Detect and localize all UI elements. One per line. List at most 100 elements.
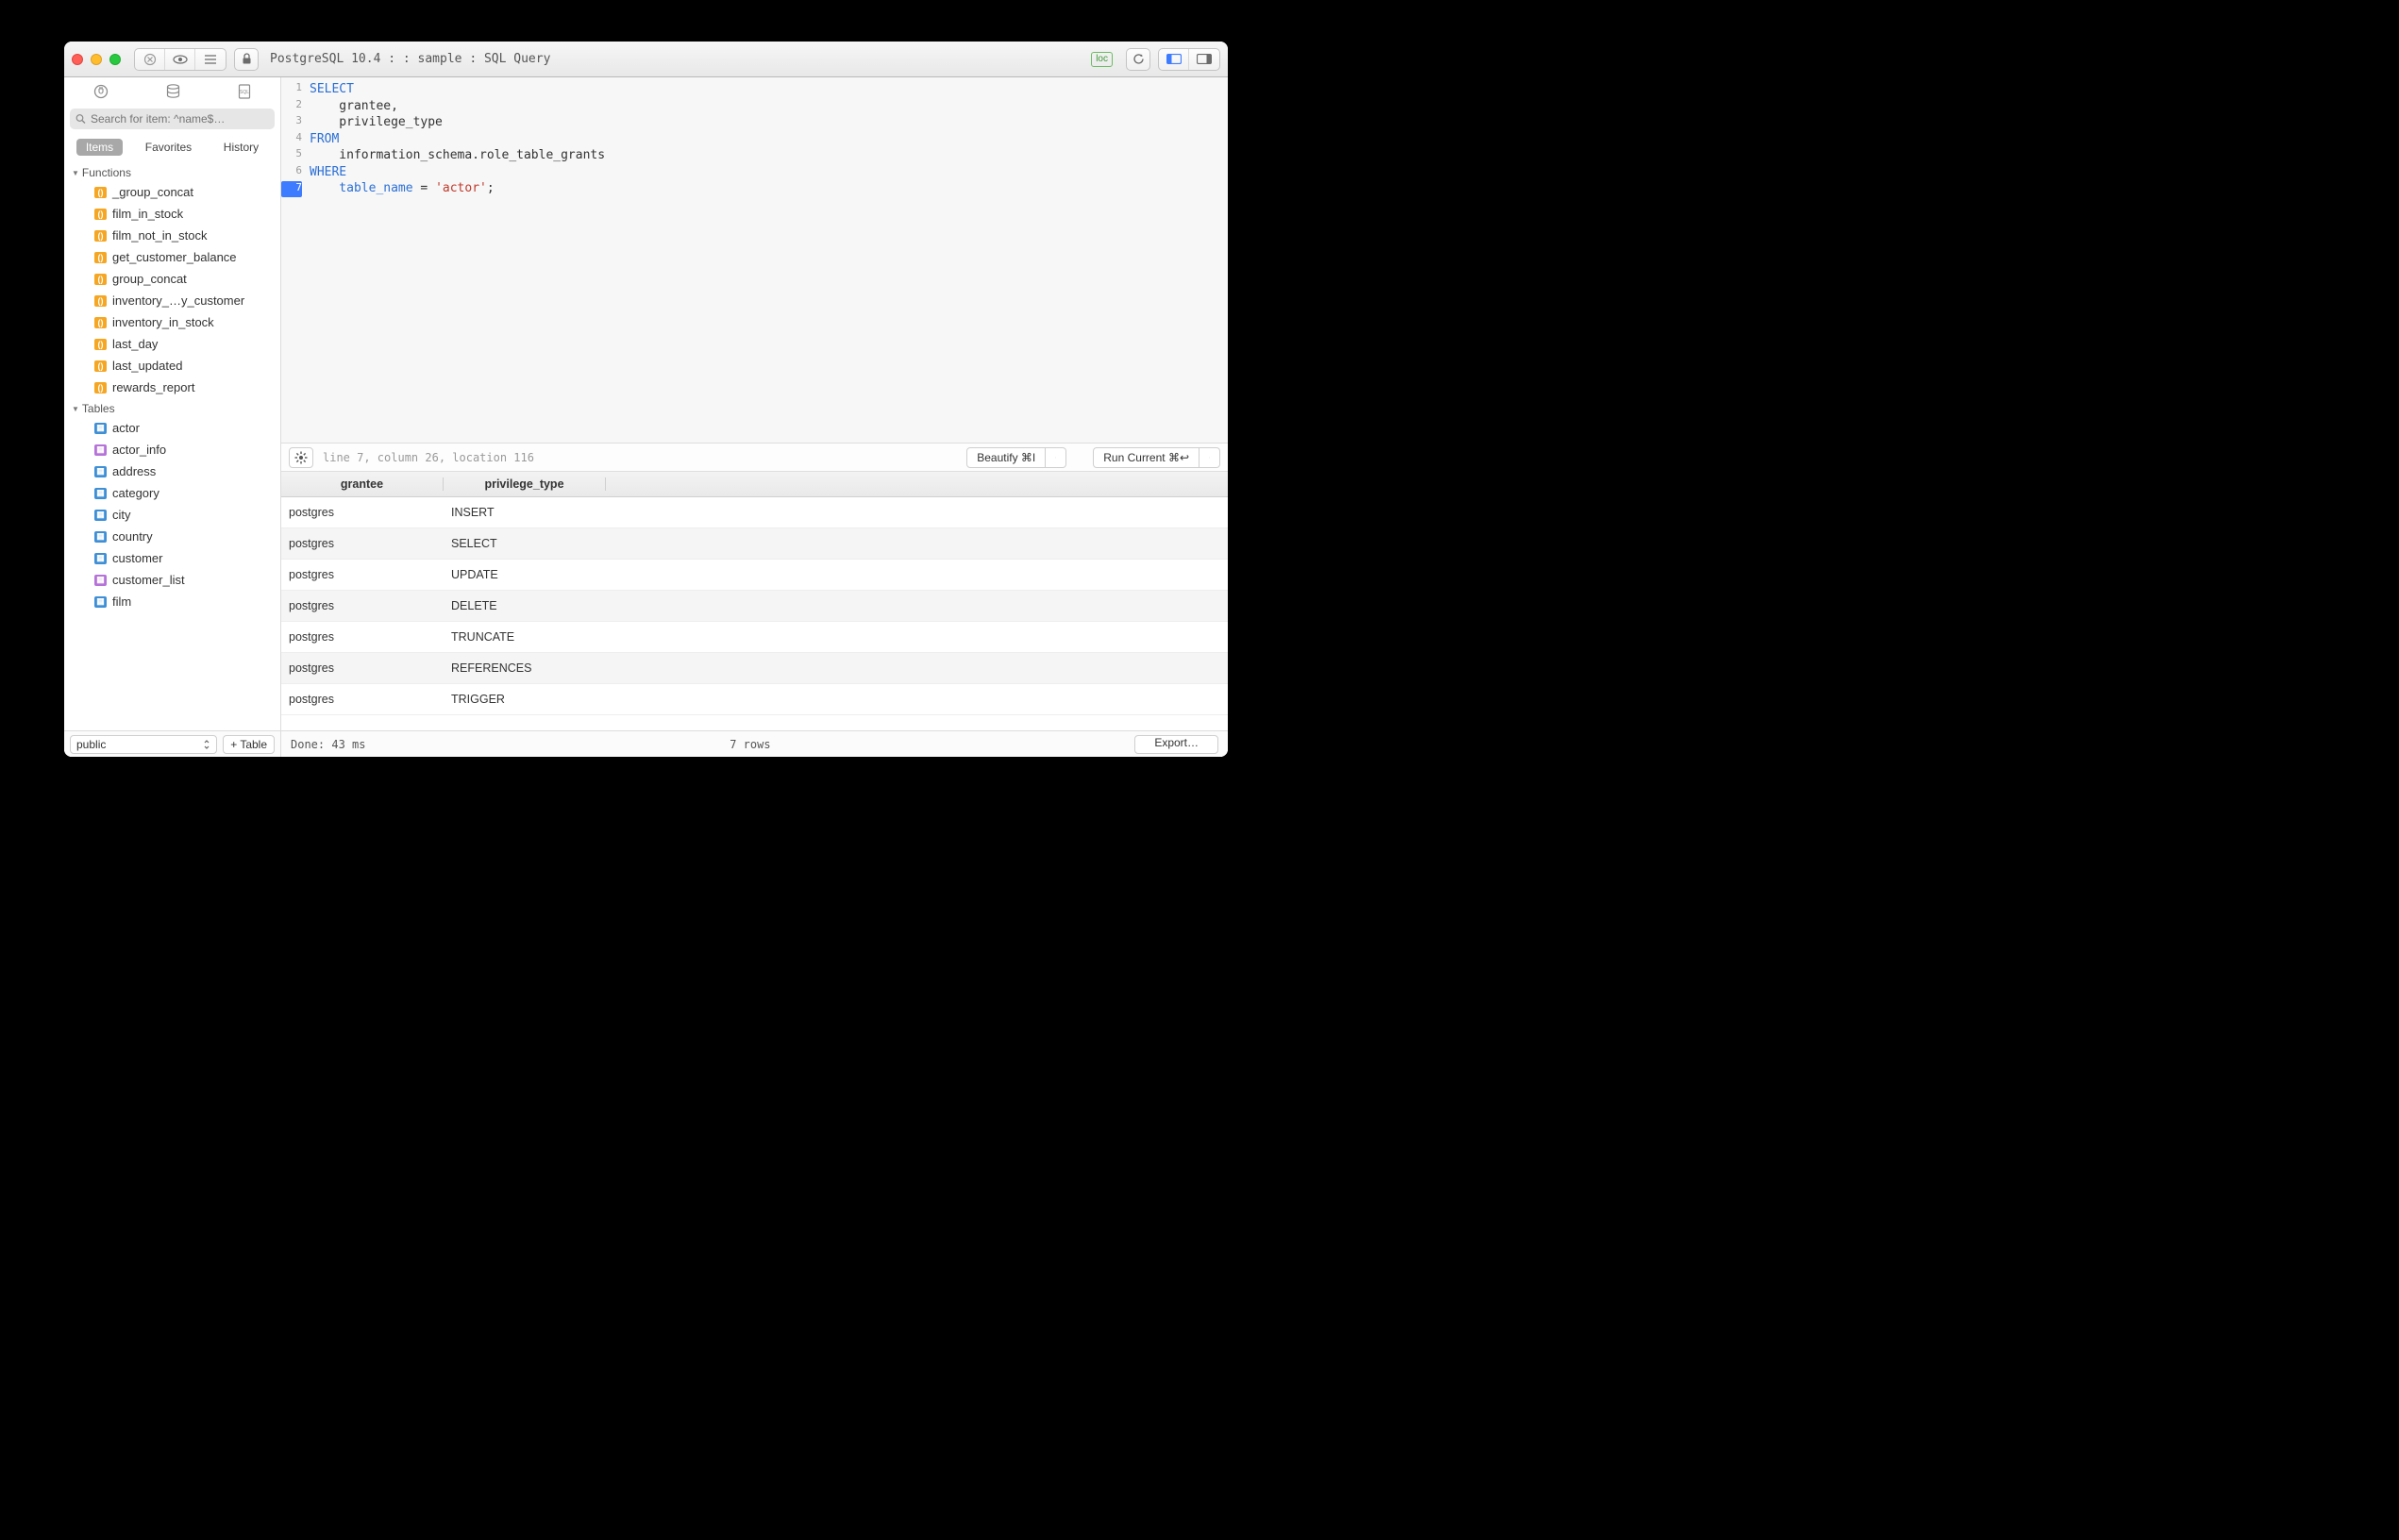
cursor-status: line 7, column 26, location 116 xyxy=(323,451,534,464)
tab-favorites[interactable]: Favorites xyxy=(136,139,201,156)
table-row[interactable]: postgresTRUNCATE xyxy=(281,622,1228,653)
sidebar-item-table[interactable]: ▦city xyxy=(64,504,280,526)
add-table-button[interactable]: + Table xyxy=(223,735,275,754)
function-icon: () xyxy=(94,360,107,372)
sidebar-item-function[interactable]: ()last_updated xyxy=(64,355,280,377)
sidebar-tabs: Items Favorites History xyxy=(70,136,275,159)
sidebar-item-function[interactable]: ()film_not_in_stock xyxy=(64,225,280,246)
status-done: Done: 43 ms xyxy=(291,738,365,751)
refresh-icon[interactable] xyxy=(1126,48,1150,71)
function-icon: () xyxy=(94,252,107,263)
view-icon: ▦ xyxy=(94,444,107,456)
sidebar-item-table[interactable]: ▦country xyxy=(64,526,280,547)
table-row[interactable]: postgresTRIGGER xyxy=(281,684,1228,715)
table-row[interactable]: postgresREFERENCES xyxy=(281,653,1228,684)
close-button[interactable] xyxy=(72,54,83,65)
sidebar-item-function[interactable]: ()inventory_in_stock xyxy=(64,311,280,333)
database-icon[interactable] xyxy=(166,84,180,99)
cell-grantee: postgres xyxy=(281,693,444,706)
gear-icon[interactable] xyxy=(289,447,313,468)
sidebar-item-label: film_in_stock xyxy=(112,207,183,221)
lock-icon[interactable] xyxy=(234,48,259,71)
cell-privilege: TRIGGER xyxy=(444,693,606,706)
sidebar-item-function[interactable]: () last_day xyxy=(64,333,280,355)
run-group: Run Current ⌘↩ xyxy=(1093,447,1220,468)
sidebar-item-label: customer_list xyxy=(112,573,185,587)
table-row[interactable]: postgresSELECT xyxy=(281,528,1228,560)
plus-icon: + xyxy=(230,738,237,751)
col-privilege-type[interactable]: privilege_type xyxy=(444,477,606,491)
toggle-left-panel-icon[interactable] xyxy=(1159,49,1189,70)
sql-editor[interactable]: 1234567 SELECT grantee, privilege_typeFR… xyxy=(281,77,1228,444)
export-button[interactable]: Export… xyxy=(1134,735,1218,754)
svg-text:SQL: SQL xyxy=(240,90,249,95)
editor-toolbar: line 7, column 26, location 116 Beautify… xyxy=(281,444,1228,472)
sidebar-item-table[interactable]: ▦actor xyxy=(64,417,280,439)
run-button[interactable]: Run Current ⌘↩ xyxy=(1093,447,1200,468)
cell-privilege: SELECT xyxy=(444,537,606,550)
sidebar-item-table[interactable]: ▦category xyxy=(64,482,280,504)
cell-privilege: UPDATE xyxy=(444,568,606,581)
sidebar-item-table[interactable]: ▦ customer_list xyxy=(64,569,280,591)
cancel-icon[interactable] xyxy=(135,49,165,70)
group-tables[interactable]: Tables xyxy=(64,398,280,417)
col-grantee[interactable]: grantee xyxy=(281,477,444,491)
zoom-button[interactable] xyxy=(109,54,121,65)
structure-icon[interactable] xyxy=(195,49,226,70)
sidebar-tree[interactable]: Functions ()_group_concat()film_in_stock… xyxy=(64,162,280,730)
sidebar-item-label: actor xyxy=(112,421,140,435)
editor-code[interactable]: SELECT grantee, privilege_typeFROM infor… xyxy=(306,77,611,443)
table-row[interactable]: postgresUPDATE xyxy=(281,560,1228,591)
window-title: PostgreSQL 10.4 : : sample : SQL Query xyxy=(266,52,1083,66)
plug-icon[interactable] xyxy=(93,84,109,99)
table-row[interactable]: postgresINSERT xyxy=(281,497,1228,528)
function-icon: () xyxy=(94,339,107,350)
cell-privilege: TRUNCATE xyxy=(444,630,606,644)
sidebar-item-table[interactable]: ▦ actor_info xyxy=(64,439,280,460)
beautify-dropdown[interactable] xyxy=(1046,447,1066,468)
toggle-right-panel-icon[interactable] xyxy=(1189,49,1219,70)
sidebar-item-label: actor_info xyxy=(112,443,166,457)
toolbar-nav-group xyxy=(134,48,226,71)
results-table[interactable]: grantee privilege_type postgresINSERTpos… xyxy=(281,472,1228,730)
sidebar-item-function[interactable]: () film_in_stock xyxy=(64,203,280,225)
sql-file-icon[interactable]: SQL xyxy=(238,84,251,99)
sidebar-item-label: city xyxy=(112,508,131,522)
panel-toggle-group xyxy=(1158,48,1220,71)
sidebar-item-label: last_day xyxy=(112,337,158,351)
sidebar-item-label: film_not_in_stock xyxy=(112,228,207,243)
sidebar-item-function[interactable]: ()rewards_report xyxy=(64,377,280,398)
sidebar-item-function[interactable]: ()_group_concat xyxy=(64,181,280,203)
sidebar: SQL Items Favorites History Functions ()… xyxy=(64,77,281,757)
sidebar-footer: public + Table xyxy=(64,730,280,757)
sidebar-item-table[interactable]: ▦customer xyxy=(64,547,280,569)
cell-grantee: postgres xyxy=(281,599,444,612)
cell-grantee: postgres xyxy=(281,630,444,644)
table-icon: ▦ xyxy=(94,553,107,564)
chevron-down-icon xyxy=(1209,455,1210,460)
preview-icon[interactable] xyxy=(165,49,195,70)
schema-selector[interactable]: public xyxy=(70,735,217,754)
view-icon: ▦ xyxy=(94,575,107,586)
sidebar-item-function[interactable]: ()group_concat xyxy=(64,268,280,290)
sidebar-mode-icons: SQL xyxy=(64,77,280,106)
tab-history[interactable]: History xyxy=(214,139,268,156)
table-row[interactable]: postgresDELETE xyxy=(281,591,1228,622)
search-input[interactable] xyxy=(70,109,275,129)
function-icon: () xyxy=(94,187,107,198)
function-icon: () xyxy=(94,209,107,220)
sidebar-item-table[interactable]: ▦film xyxy=(64,591,280,612)
table-icon: ▦ xyxy=(94,488,107,499)
beautify-button[interactable]: Beautify ⌘I xyxy=(966,447,1046,468)
group-functions[interactable]: Functions xyxy=(64,162,280,181)
run-dropdown[interactable] xyxy=(1200,447,1220,468)
main-area: 1234567 SELECT grantee, privilege_typeFR… xyxy=(281,77,1228,757)
cell-grantee: postgres xyxy=(281,661,444,675)
chevron-down-icon xyxy=(1055,455,1056,460)
sidebar-item-function[interactable]: ()inventory_…y_customer xyxy=(64,290,280,311)
tab-items[interactable]: Items xyxy=(76,139,123,156)
sidebar-item-table[interactable]: ▦address xyxy=(64,460,280,482)
app-window: PostgreSQL 10.4 : : sample : SQL Query l… xyxy=(64,42,1228,757)
minimize-button[interactable] xyxy=(91,54,102,65)
sidebar-item-function[interactable]: ()get_customer_balance xyxy=(64,246,280,268)
